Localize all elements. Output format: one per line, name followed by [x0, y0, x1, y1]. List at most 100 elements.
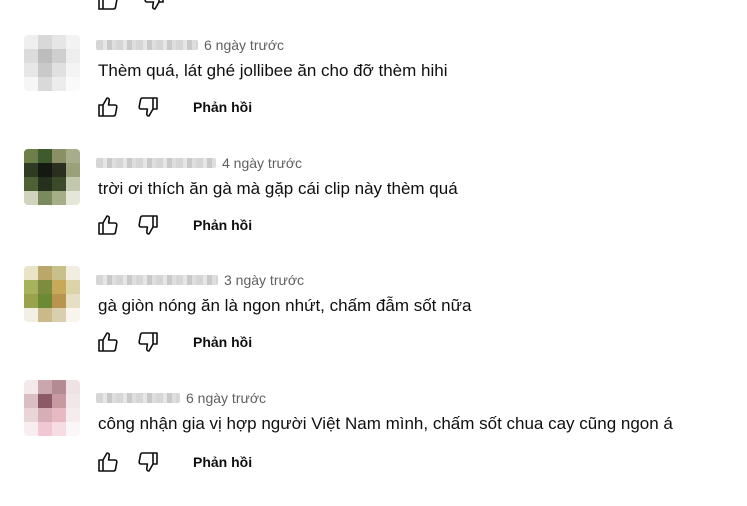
thumbs-down-icon: [138, 332, 158, 352]
avatar-pixel: [52, 408, 66, 422]
avatar-pixel: [38, 191, 52, 205]
avatar-pixel: [66, 394, 80, 408]
avatar-pixel: [24, 177, 38, 191]
avatar-pixel: [66, 280, 80, 294]
avatar-pixel: [38, 163, 52, 177]
dislike-button[interactable]: [136, 95, 160, 119]
author-name-blurred[interactable]: [96, 393, 180, 403]
avatar-pixel: [24, 308, 38, 322]
comment-text: Thèm quá, lát ghé jollibee ăn cho đỡ thè…: [98, 61, 448, 80]
dislike-button[interactable]: [136, 450, 160, 474]
dislike-button[interactable]: [136, 330, 160, 354]
comment-item: 3 ngày trước gà giòn nóng ăn là ngon nhứ…: [0, 266, 747, 388]
avatar-pixel: [38, 177, 52, 191]
comment-timestamp[interactable]: 4 ngày trước: [222, 155, 302, 171]
avatar-pixel: [38, 422, 52, 436]
avatar-pixel: [66, 63, 80, 77]
comment-header: 3 ngày trước: [96, 270, 304, 290]
like-button[interactable]: [96, 95, 120, 119]
comment-item: 6 ngày trước công nhận gia vị hợp người …: [0, 380, 747, 506]
avatar-pixel: [24, 35, 38, 49]
reply-button[interactable]: Phản hồi: [193, 454, 252, 470]
comment-actions: Phản hồi: [96, 213, 252, 237]
comment-item: 4 ngày trước trời ơi thích ăn gà mà gặp …: [0, 149, 747, 271]
avatar[interactable]: [24, 35, 80, 91]
avatar[interactable]: [24, 380, 80, 436]
avatar-pixel: [38, 49, 52, 63]
thumbs-up-icon: [98, 452, 118, 472]
avatar-pixel: [66, 422, 80, 436]
comment-header: 6 ngày trước: [96, 388, 266, 408]
comment-actions: Phản hồi: [96, 450, 252, 474]
avatar-pixel: [38, 149, 52, 163]
avatar-pixel: [66, 294, 80, 308]
comment-timestamp[interactable]: 3 ngày trước: [224, 272, 304, 288]
avatar-pixel: [52, 163, 66, 177]
avatar-pixel: [66, 35, 80, 49]
avatar-pixel: [66, 266, 80, 280]
avatar-pixel: [52, 294, 66, 308]
avatar-pixel: [66, 177, 80, 191]
avatar-pixel: [38, 408, 52, 422]
author-name-blurred[interactable]: [96, 40, 198, 50]
avatar-pixel: [52, 63, 66, 77]
reply-button[interactable]: Phản hồi: [193, 217, 252, 233]
avatar-pixel: [52, 380, 66, 394]
thumbs-down-icon[interactable]: [142, 0, 166, 12]
avatar-pixel: [66, 408, 80, 422]
like-button[interactable]: [96, 213, 120, 237]
avatar-pixel: [52, 280, 66, 294]
avatar-pixel: [66, 49, 80, 63]
thumbs-up-icon: [98, 97, 118, 117]
avatar-pixel: [24, 408, 38, 422]
comment-item: 6 ngày trước Thèm quá, lát ghé jollibee …: [0, 35, 747, 153]
avatar-pixel: [52, 149, 66, 163]
avatar-pixel: [24, 49, 38, 63]
comment-timestamp[interactable]: 6 ngày trước: [186, 390, 266, 406]
avatar-pixel: [24, 294, 38, 308]
avatar-pixel: [52, 191, 66, 205]
thumbs-up-icon: [98, 215, 118, 235]
thumbs-down-icon: [138, 452, 158, 472]
avatar-pixel: [38, 394, 52, 408]
avatar-pixel: [24, 149, 38, 163]
avatar-pixel: [66, 308, 80, 322]
avatar-pixel: [24, 191, 38, 205]
avatar-pixel: [38, 294, 52, 308]
avatar[interactable]: [24, 149, 80, 205]
avatar-pixel: [38, 35, 52, 49]
avatar-pixel: [52, 35, 66, 49]
avatar-pixel: [66, 163, 80, 177]
avatar-pixel: [38, 280, 52, 294]
avatar-pixel: [52, 266, 66, 280]
thumbs-up-icon[interactable]: [96, 0, 120, 12]
previous-comment-actions: [96, 0, 166, 12]
avatar[interactable]: [24, 266, 80, 322]
avatar-pixel: [66, 77, 80, 91]
avatar-pixel: [66, 191, 80, 205]
comment-actions: Phản hồi: [96, 330, 252, 354]
avatar-pixel: [24, 422, 38, 436]
author-name-blurred[interactable]: [96, 158, 216, 168]
avatar-pixel: [24, 280, 38, 294]
reply-button[interactable]: Phản hồi: [193, 99, 252, 115]
like-button[interactable]: [96, 330, 120, 354]
avatar-pixel: [66, 380, 80, 394]
avatar-pixel: [24, 163, 38, 177]
avatar-pixel: [52, 177, 66, 191]
reply-button[interactable]: Phản hồi: [193, 334, 252, 350]
dislike-button[interactable]: [136, 213, 160, 237]
comment-header: 6 ngày trước: [96, 35, 284, 55]
avatar-pixel: [52, 422, 66, 436]
avatar-pixel: [52, 394, 66, 408]
avatar-pixel: [38, 266, 52, 280]
avatar-pixel: [52, 77, 66, 91]
avatar-pixel: [52, 308, 66, 322]
comment-text: gà giòn nóng ăn là ngon nhứt, chấm đẫm s…: [98, 296, 472, 315]
avatar-pixel: [38, 308, 52, 322]
comment-text: trời ơi thích ăn gà mà gặp cái clip này …: [98, 179, 458, 198]
comment-timestamp[interactable]: 6 ngày trước: [204, 37, 284, 53]
avatar-pixel: [24, 394, 38, 408]
author-name-blurred[interactable]: [96, 275, 218, 285]
like-button[interactable]: [96, 450, 120, 474]
